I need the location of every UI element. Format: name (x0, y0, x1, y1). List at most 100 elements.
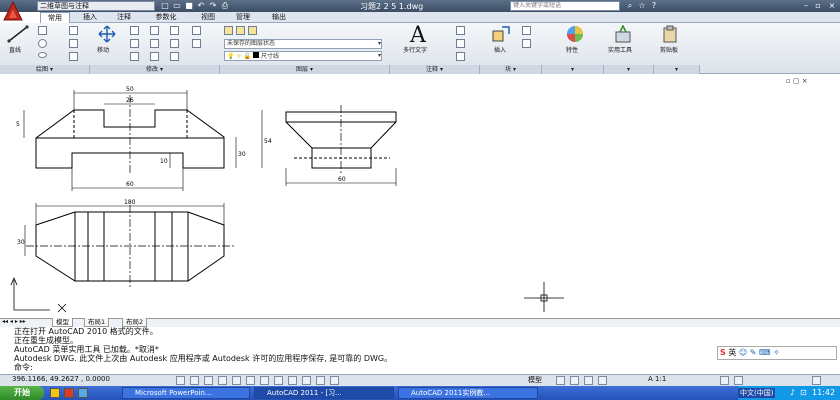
minimize-icon[interactable]: – (800, 0, 812, 12)
snap-toggle-icon[interactable] (176, 376, 185, 385)
rotate-icon[interactable] (130, 26, 139, 35)
layer-properties-icon[interactable] (224, 26, 233, 35)
circle-icon[interactable] (38, 39, 47, 48)
search-icon[interactable]: ⌕ (624, 0, 636, 12)
tab-layout1[interactable]: 布局1 (84, 318, 110, 327)
tab-insert[interactable]: 插入 (76, 12, 104, 23)
panel-properties-footer[interactable]: ▾ (542, 65, 604, 74)
offset-icon[interactable] (170, 52, 179, 61)
dyn-toggle-icon[interactable] (274, 376, 283, 385)
move-icon[interactable] (98, 25, 116, 43)
lineweight-toggle-icon[interactable] (288, 376, 297, 385)
print-icon[interactable]: ⎙ (220, 1, 230, 11)
polar-toggle-icon[interactable] (218, 376, 227, 385)
table-icon[interactable] (456, 52, 465, 61)
new-icon[interactable]: □ (160, 1, 170, 11)
search-input[interactable]: 键入关键字或短语 (510, 1, 620, 11)
edit-block-icon[interactable] (522, 39, 531, 48)
ime-toolbar[interactable]: S 英 ☺ ✎ ⌨ ✧ (717, 346, 837, 360)
panel-layers-footer[interactable]: 图层 ▾ (220, 65, 390, 74)
workspace-select[interactable]: 二维草图与注释 (37, 1, 155, 11)
quick-view-drawings-icon[interactable] (570, 376, 579, 385)
tab-model[interactable]: 模型 (52, 318, 73, 327)
star-icon[interactable]: ☆ (636, 0, 648, 12)
help-icon[interactable]: ? (648, 0, 660, 12)
erase-icon[interactable] (170, 26, 179, 35)
layer-freeze-icon[interactable] (248, 26, 257, 35)
panel-draw-footer[interactable]: 绘图 ▾ (0, 65, 90, 74)
insert-block-icon[interactable] (492, 26, 510, 42)
save-icon[interactable]: ■ (184, 1, 194, 11)
taskbar-item-autocad-drawing[interactable]: AutoCAD 2011 - [习... (254, 387, 394, 399)
taskbar-item-powerpoint[interactable]: Microsoft PowerPoin... (122, 387, 250, 399)
explode-icon[interactable] (170, 39, 179, 48)
lock-ui-icon[interactable] (734, 376, 743, 385)
explorer-quicklaunch-icon[interactable] (50, 388, 60, 398)
panel-utilities-footer[interactable]: ▾ (604, 65, 654, 74)
layer-state-select[interactable]: 未保存的图层状态 ▾ (224, 39, 382, 49)
transparency-toggle-icon[interactable] (302, 376, 311, 385)
properties-icon[interactable] (566, 25, 584, 43)
tab-home[interactable]: 常用 (40, 12, 70, 23)
ime-tools-icon[interactable]: ☺ ✎ ⌨ ✧ (739, 348, 780, 357)
otrack-toggle-icon[interactable] (246, 376, 255, 385)
coordinate-readout[interactable]: 396.1166, 49.2627 , 0.0000 (12, 375, 110, 383)
osnap-toggle-icon[interactable] (232, 376, 241, 385)
current-layer-select[interactable]: 💡 ☼ 🔓 尺寸线 ▾ (224, 51, 382, 61)
annotation-scale[interactable]: A 1:1 (648, 375, 666, 383)
layout-nav-arrows[interactable]: ◂◂ ◂ ▸ ▸▸ (2, 318, 26, 325)
network-icon[interactable]: ⊡ (800, 388, 807, 397)
command-window[interactable]: 正在打开 AutoCAD 2010 格式的文件。 正在重生成模型。 AutoCA… (0, 327, 840, 374)
ellipse-icon[interactable] (38, 52, 47, 58)
layer-isolate-icon[interactable] (236, 26, 245, 35)
dimension-icon[interactable] (456, 26, 465, 35)
stretch-icon[interactable] (130, 52, 139, 61)
open-icon[interactable]: ▭ (172, 1, 182, 11)
fillet-icon[interactable] (192, 26, 201, 35)
clock[interactable]: 11:42 (812, 388, 835, 397)
restore-icon[interactable]: ▫ (812, 0, 824, 12)
line-icon[interactable] (6, 25, 30, 43)
arc-icon[interactable] (69, 52, 78, 61)
tab-view[interactable]: 视图 (194, 12, 222, 23)
create-block-icon[interactable] (522, 26, 531, 35)
start-button[interactable]: 开始 (0, 386, 44, 400)
array-icon[interactable] (192, 39, 201, 48)
tab-layout2[interactable]: 布局2 (122, 318, 148, 327)
tab-parametric[interactable]: 参数化 (146, 12, 186, 23)
browser-quicklaunch-icon[interactable] (78, 388, 88, 398)
redo-icon[interactable]: ↷ (208, 1, 218, 11)
trim-icon[interactable] (150, 26, 159, 35)
rectangle-icon[interactable] (69, 26, 78, 35)
leader-icon[interactable] (456, 39, 465, 48)
autocad-logo-icon[interactable] (2, 0, 24, 22)
mirror-icon[interactable] (150, 39, 159, 48)
undo-icon[interactable]: ↶ (196, 1, 206, 11)
quick-properties-toggle-icon[interactable] (316, 376, 325, 385)
ortho-toggle-icon[interactable] (204, 376, 213, 385)
scale-icon[interactable] (150, 52, 159, 61)
panel-annotation-footer[interactable]: 注释 ▾ (390, 65, 480, 74)
model-space-label[interactable]: 模型 (528, 375, 542, 385)
workspace-switch-icon[interactable] (720, 376, 729, 385)
panel-modify-footer[interactable]: 修改 ▾ (90, 65, 220, 74)
panel-block-footer[interactable]: 块 ▾ (480, 65, 542, 74)
tab-manage[interactable]: 管理 (228, 12, 258, 23)
copy-icon[interactable] (130, 39, 139, 48)
ime-language[interactable]: 英 (728, 348, 736, 357)
zoom-icon[interactable] (598, 376, 607, 385)
selection-cycling-toggle-icon[interactable] (330, 376, 339, 385)
polyline-icon[interactable] (38, 26, 47, 35)
close-icon[interactable]: × (826, 0, 838, 12)
tab-annotate[interactable]: 注释 (110, 12, 138, 23)
clean-screen-icon[interactable] (812, 376, 821, 385)
input-method-indicator[interactable]: 中文(中国) (738, 388, 776, 398)
ducs-toggle-icon[interactable] (260, 376, 269, 385)
app-quicklaunch-icon[interactable] (64, 388, 74, 398)
grid-toggle-icon[interactable] (190, 376, 199, 385)
command-prompt[interactable]: 命令: (14, 363, 840, 372)
hatch-icon[interactable] (69, 39, 78, 48)
clipboard-icon[interactable] (662, 25, 678, 43)
pan-icon[interactable] (584, 376, 593, 385)
quick-view-layouts-icon[interactable] (556, 376, 565, 385)
